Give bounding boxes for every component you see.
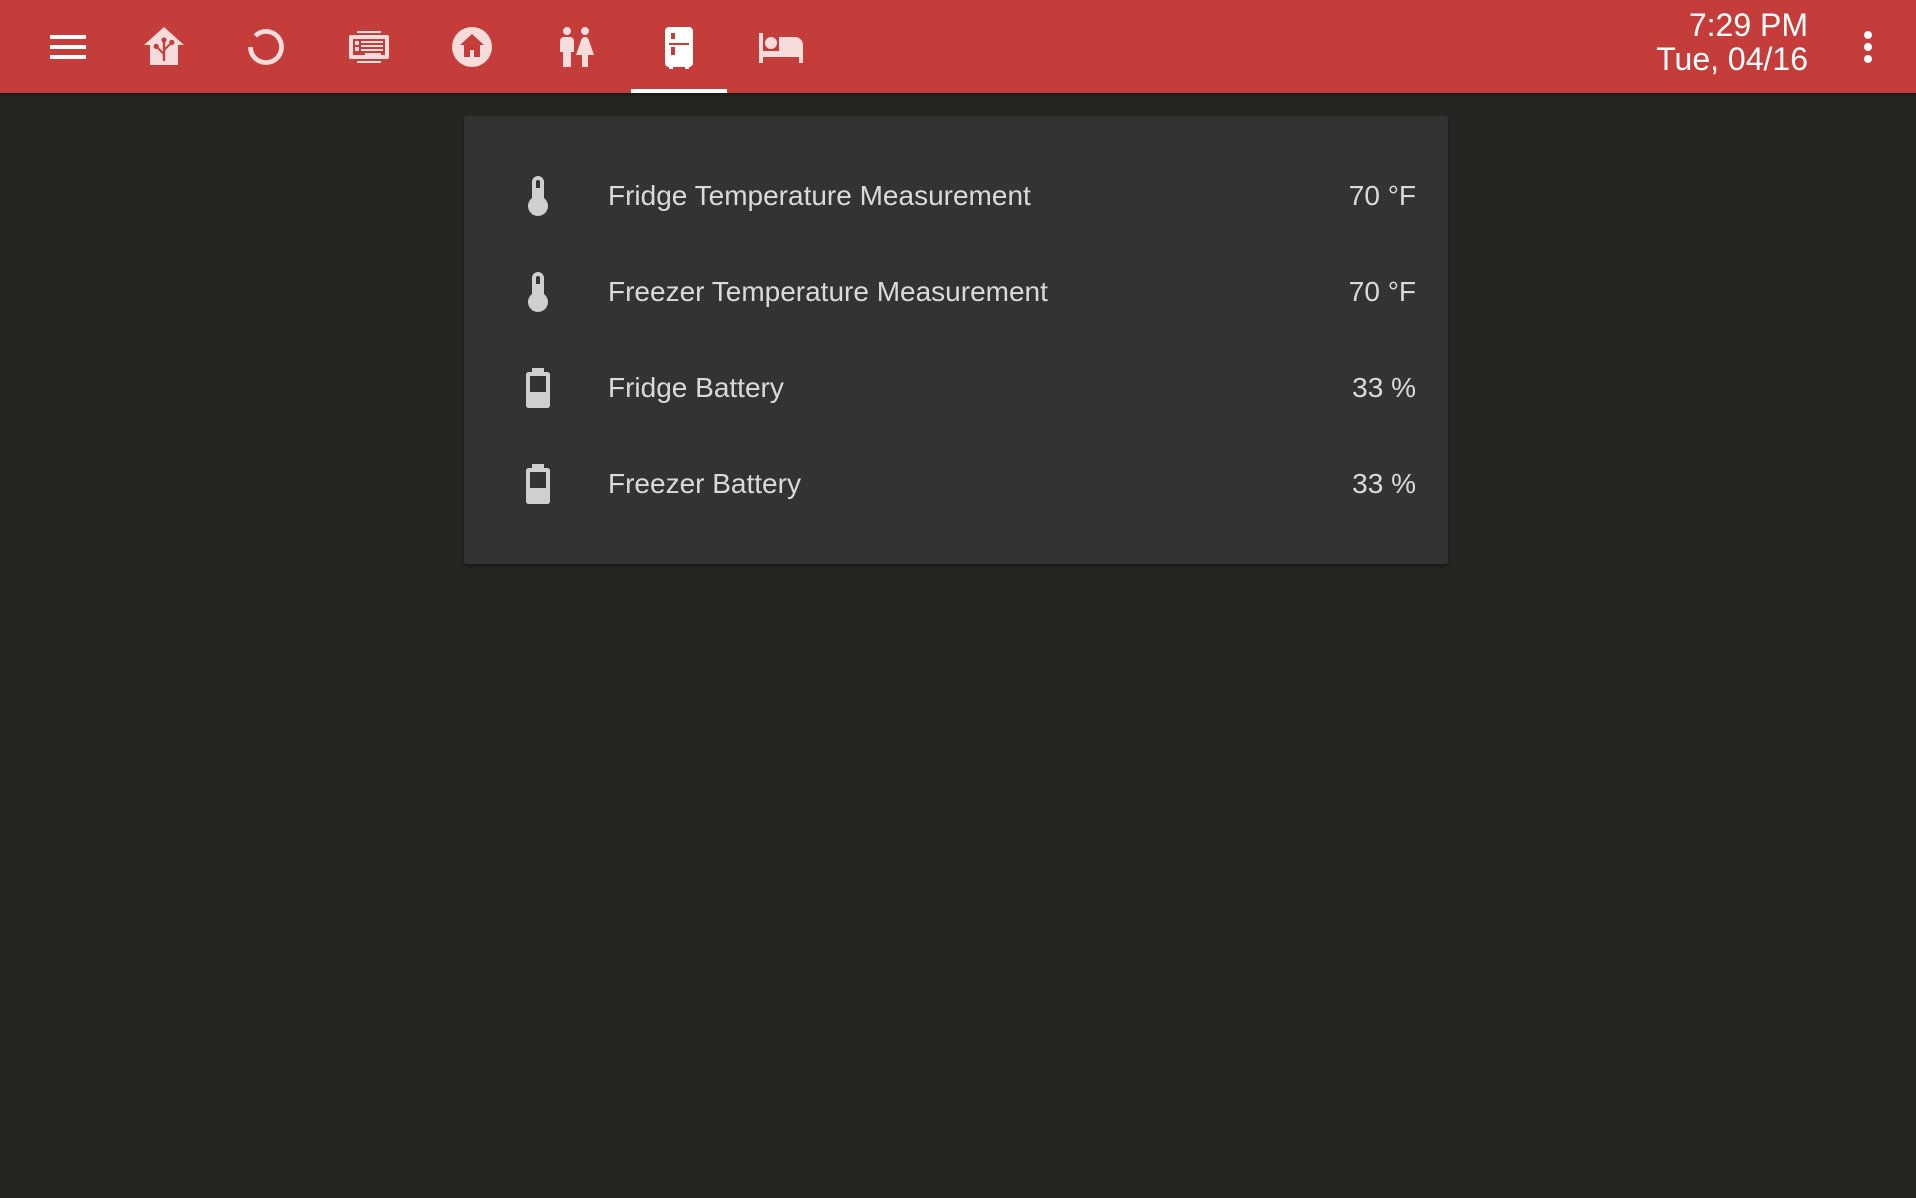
tab-fridge[interactable]: [631, 0, 727, 93]
entity-row-fridge-temperature[interactable]: Fridge Temperature Measurement 70 °F: [464, 148, 1448, 244]
thermometer-icon: [514, 268, 562, 316]
clock: 7:29 PM Tue, 04/16: [1656, 8, 1808, 76]
thermometer-icon: [514, 172, 562, 220]
entity-name: Fridge Battery: [608, 372, 784, 403]
entity-name: Freezer Temperature Measurement: [608, 276, 1048, 307]
home-circle-icon: [452, 26, 492, 67]
tab-circle[interactable]: [218, 0, 314, 93]
dots-vertical-icon: [1864, 30, 1872, 63]
circle-notch-icon: [248, 28, 284, 65]
tab-home[interactable]: [424, 0, 520, 93]
entity-state: 70 °F: [1348, 180, 1416, 211]
entity-row-freezer-temperature[interactable]: Freezer Temperature Measurement 70 °F: [464, 244, 1448, 340]
app-root: 7:29 PM Tue, 04/16 Fridge Temperature Me…: [0, 0, 1916, 1198]
entity-state: 33 %: [1352, 372, 1416, 403]
menu-icon: [50, 34, 86, 59]
menu-button[interactable]: [20, 0, 116, 93]
entity-name: Fridge Temperature Measurement: [608, 180, 1031, 211]
tab-home-assistant[interactable]: [116, 0, 212, 93]
clock-time: 7:29 PM: [1688, 7, 1808, 43]
entity-row-fridge-battery[interactable]: Fridge Battery 33 %: [464, 340, 1448, 436]
fridge-icon: [665, 26, 693, 69]
human-male-female-icon: [560, 26, 594, 67]
top-toolbar: 7:29 PM Tue, 04/16: [0, 0, 1916, 93]
battery-icon: [514, 364, 562, 412]
entity-name: Freezer Battery: [608, 468, 801, 499]
clock-date: Tue, 04/16: [1656, 41, 1808, 77]
tab-people[interactable]: [528, 0, 624, 93]
entity-state: 70 °F: [1348, 276, 1416, 307]
battery-icon: [514, 460, 562, 508]
overflow-menu-button[interactable]: [1828, 0, 1908, 93]
tab-bedroom[interactable]: [733, 0, 829, 93]
active-tab-indicator: [631, 89, 727, 93]
server-rack-icon: [349, 30, 389, 63]
entity-row-freezer-battery[interactable]: Freezer Battery 33 %: [464, 436, 1448, 532]
home-assistant-icon: [144, 26, 184, 65]
entities-card: Fridge Temperature Measurement 70 °F Fre…: [464, 116, 1448, 564]
tab-server[interactable]: [321, 0, 417, 93]
entity-state: 33 %: [1352, 468, 1416, 499]
bed-icon: [759, 32, 803, 63]
